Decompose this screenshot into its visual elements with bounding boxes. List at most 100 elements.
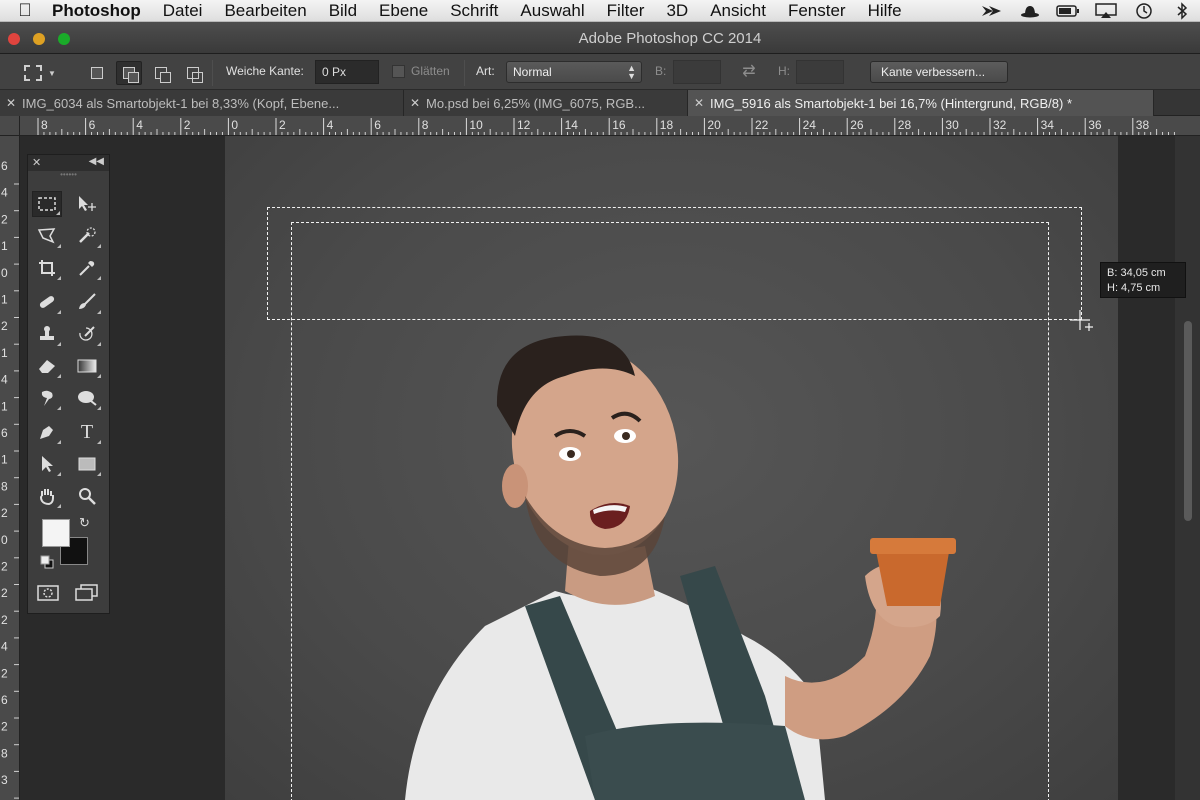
time-machine-icon[interactable] (1132, 2, 1156, 20)
swap-width-height-icon[interactable]: ⇄ (738, 61, 760, 83)
history-brush-tool[interactable] (72, 321, 102, 347)
chevron-down-icon: ▼ (48, 68, 56, 78)
width-label: B: (655, 64, 667, 78)
healing-brush-tool[interactable] (32, 289, 62, 315)
style-select[interactable]: Normal ▲ ▼ (506, 61, 642, 83)
rectangle-tool[interactable] (72, 451, 102, 477)
ruler-origin[interactable] (0, 116, 20, 136)
close-icon[interactable]: ✕ (404, 96, 426, 110)
clone-stamp-tool[interactable] (32, 321, 62, 347)
vertical-scrollbar[interactable] (1175, 136, 1200, 800)
tab-mo-psd[interactable]: ✕ Mo.psd bei 6,25% (IMG_6075, RGB... (404, 90, 688, 116)
swap-colors-icon[interactable]: ↻ (79, 515, 90, 531)
menu-3d[interactable]: 3D (655, 1, 699, 21)
crop-tool[interactable] (32, 255, 62, 281)
menubar-tray (980, 0, 1194, 22)
menu-hilfe[interactable]: Hilfe (857, 1, 913, 21)
menu-ebene[interactable]: Ebene (368, 1, 439, 21)
width-input[interactable] (673, 60, 721, 84)
tool-preset-picker[interactable]: ▼ (24, 62, 68, 84)
quick-selection-tool[interactable] (72, 223, 102, 249)
ruler-tick-label: 2 (1, 586, 8, 600)
screen-mode-icon[interactable] (74, 583, 100, 603)
tooltip-height: H: 4,75 cm (1107, 282, 1161, 294)
quick-selection-icon (79, 227, 96, 243)
ruler-tick-label: 1 (1, 346, 8, 360)
window-titlebar: Adobe Photoshop CC 2014 (0, 22, 1200, 54)
tools-panel: ✕ ◀◀ •••••• T ↻ (27, 154, 110, 614)
smudge-tool[interactable] (32, 385, 62, 411)
quick-mask-icon[interactable] (36, 583, 60, 603)
menu-bearbeiten[interactable]: Bearbeiten (213, 1, 317, 21)
tab-label: IMG_6034 als Smartobjekt-1 bei 8,33% (Ko… (22, 95, 340, 111)
ruler-tick-label: 16 (612, 118, 626, 132)
selection-mode-group (84, 61, 206, 85)
zoom-tool[interactable] (72, 483, 102, 509)
menu-schrift[interactable]: Schrift (439, 1, 509, 21)
new-selection-button[interactable] (84, 61, 110, 85)
selection-size-tooltip: B: 34,05 cm H: 4,75 cm (1100, 262, 1186, 298)
menu-bild[interactable]: Bild (318, 1, 368, 21)
ruler-tick-label: 2 (1, 506, 8, 520)
ruler-tick-label: 4 (1, 373, 8, 387)
bluetooth-icon[interactable] (1170, 2, 1194, 20)
close-icon[interactable]: ✕ (0, 96, 22, 110)
move-tool[interactable] (72, 191, 102, 217)
airplay-icon[interactable] (1094, 2, 1118, 20)
vertical-ruler[interactable]: 6421012141618202224262830 (0, 136, 20, 800)
battery-icon[interactable] (1056, 2, 1080, 20)
menu-datei[interactable]: Datei (152, 1, 214, 21)
options-divider (212, 60, 213, 86)
gradient-icon (77, 359, 97, 373)
refine-edge-button[interactable]: Kante verbessern... (870, 61, 1008, 83)
foreground-color-swatch[interactable] (42, 519, 70, 547)
crop-icon (39, 260, 55, 276)
tooltip-width: B: 34,05 cm (1107, 267, 1166, 279)
clone-stamp-icon (40, 326, 54, 340)
path-selection-tool[interactable] (32, 451, 62, 477)
drag-handle[interactable]: •••••• (28, 171, 109, 179)
ruler-tick-label: 38 (1136, 118, 1150, 132)
menu-ansicht[interactable]: Ansicht (699, 1, 777, 21)
tab-img-5916[interactable]: ✕ IMG_5916 als Smartobjekt-1 bei 16,7% (… (688, 90, 1154, 116)
feather-input[interactable]: 0 Px (315, 60, 379, 84)
brush-tool[interactable] (72, 289, 102, 315)
eyedropper-tool[interactable] (72, 255, 102, 281)
eraser-tool[interactable] (32, 353, 62, 379)
rectangular-marquee-tool[interactable] (32, 191, 62, 217)
hat-icon[interactable] (1018, 2, 1042, 20)
add-to-selection-button[interactable] (116, 61, 142, 85)
ruler-tick-label: 18 (660, 118, 674, 132)
move-icon (79, 196, 96, 211)
lasso-tool[interactable] (32, 223, 62, 249)
ruler-tick-label: 6 (1, 426, 8, 440)
style-select-value: Normal (513, 65, 552, 79)
menu-auswahl[interactable]: Auswahl (509, 1, 595, 21)
type-tool[interactable]: T (72, 419, 102, 445)
ruler-tick-label: 1 (1, 293, 8, 307)
pen-tool[interactable] (32, 419, 62, 445)
collapse-icon[interactable]: ◀◀ (89, 156, 104, 167)
tab-img-6034[interactable]: ✕ IMG_6034 als Smartobjekt-1 bei 8,33% (… (0, 90, 404, 116)
pen-icon (40, 426, 53, 439)
horizontal-ruler[interactable]: 8 6 4 2 0 2 4 6 8 10 12 14 16 18 20 22 24 26 28 30 32 34 36 38 (20, 116, 1200, 136)
gradient-tool[interactable] (72, 353, 102, 379)
hand-tool[interactable] (32, 483, 62, 509)
default-colors-icon[interactable] (40, 555, 54, 569)
menu-photoshop[interactable]: Photoshop (50, 1, 152, 21)
intersect-selection-button[interactable] (180, 61, 206, 85)
subtract-from-selection-button[interactable] (148, 61, 174, 85)
bird-icon[interactable] (980, 2, 1004, 20)
dodge-icon (78, 391, 97, 406)
close-icon[interactable]: ✕ (32, 156, 41, 169)
selection-marquee-existing[interactable] (291, 222, 1049, 800)
zoom-icon (79, 488, 96, 505)
apple-logo-icon[interactable]:  (0, 0, 50, 21)
antialias-checkbox[interactable] (392, 65, 405, 78)
menu-filter[interactable]: Filter (596, 1, 656, 21)
scrollbar-thumb[interactable] (1184, 321, 1192, 521)
dodge-tool[interactable] (72, 385, 102, 411)
close-icon[interactable]: ✕ (688, 96, 710, 110)
menu-fenster[interactable]: Fenster (777, 1, 857, 21)
height-input[interactable] (796, 60, 844, 84)
